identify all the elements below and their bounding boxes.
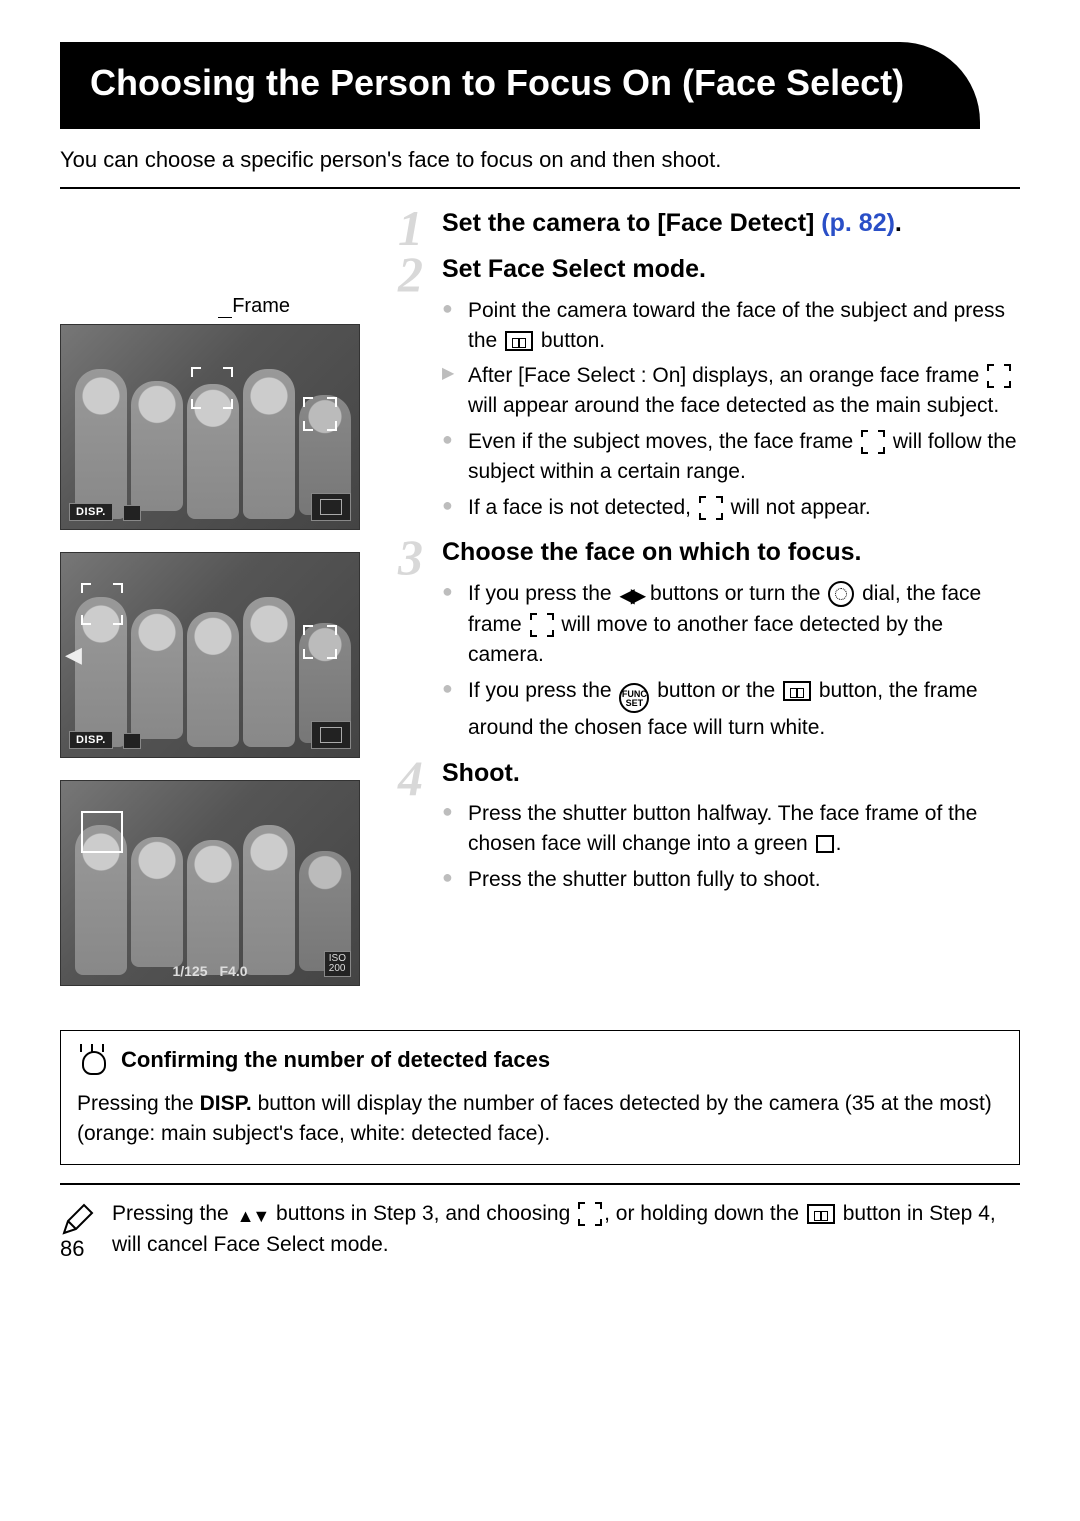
face-frame-icon [861, 430, 885, 454]
tip-bulb-icon [77, 1043, 107, 1077]
illustration-column: Frame DISP. ◀ DISP. [60, 207, 370, 1008]
face-frame-icon [987, 364, 1011, 388]
face-frame-icon [530, 613, 554, 637]
face-select-badge-icon [311, 493, 351, 521]
lcd-preview-2: ◀ DISP. [60, 552, 360, 758]
bullet-item: Even if the subject moves, the face fram… [442, 427, 1020, 487]
page-number: 86 [60, 1236, 84, 1262]
note-body: Pressing the ▲▼ buttons in Step 3, and c… [112, 1199, 1020, 1259]
lcd-preview-1: DISP. [60, 324, 360, 530]
mode-badge-icon [123, 505, 141, 521]
up-down-buttons-icon: ▲▼ [237, 1204, 269, 1230]
bullet-item: If you press the FUNC SET button or the … [442, 676, 1020, 743]
page-reference: (p. 82) [821, 209, 895, 237]
left-right-buttons-icon: ◀▶ [619, 582, 642, 610]
face-frame-icon [578, 1202, 602, 1226]
intro-text: You can choose a specific person's face … [60, 147, 1020, 173]
shutter-speed: 1/125 [172, 963, 207, 979]
face-frame-icon [699, 496, 723, 520]
step-number: 3 [398, 528, 423, 586]
func-set-button-icon: FUNC SET [619, 683, 649, 713]
step-title: Set the camera to [Face Detect] (p. 82). [442, 207, 1020, 240]
disp-badge: DISP. [69, 731, 113, 749]
step-4: 4 Shoot. Press the shutter button halfwa… [398, 757, 1020, 895]
frame-label: Frame [232, 295, 290, 318]
tip-body: Pressing the DISP. button will display t… [77, 1089, 1003, 1149]
face-select-button-icon [505, 331, 533, 351]
steps-column: 1 Set the camera to [Face Detect] (p. 82… [398, 207, 1020, 1008]
tip-title: Confirming the number of detected faces [121, 1047, 550, 1073]
aperture: F4.0 [220, 963, 248, 979]
step-title: Choose the face on which to focus. [442, 536, 1020, 569]
control-dial-icon [828, 581, 854, 607]
bullet-item: If you press the ◀▶ buttons or turn the … [442, 579, 1020, 670]
bullet-item: Press the shutter button fully to shoot. [442, 865, 1020, 895]
step-title: Shoot. [442, 757, 1020, 790]
left-arrow-icon: ◀ [65, 642, 82, 668]
focus-frame-icon [816, 835, 834, 853]
step-1: 1 Set the camera to [Face Detect] (p. 82… [398, 207, 1020, 240]
step-number: 4 [398, 749, 423, 807]
note-row: Pressing the ▲▼ buttons in Step 3, and c… [60, 1183, 1020, 1259]
bullet-item: If a face is not detected, will not appe… [442, 493, 1020, 523]
page-title-block: Choosing the Person to Focus On (Face Se… [60, 42, 980, 129]
face-select-button-icon [783, 681, 811, 701]
face-select-button-icon [807, 1204, 835, 1224]
step-title: Set Face Select mode. [442, 253, 1020, 286]
iso-badge: ISO200 [324, 951, 351, 977]
pencil-note-icon [60, 1203, 94, 1237]
face-select-badge-icon [311, 721, 351, 749]
bullet-item: After [Face Select : On] displays, an or… [442, 361, 1020, 421]
step-3: 3 Choose the face on which to focus. If … [398, 536, 1020, 742]
step-number: 2 [398, 245, 423, 303]
disp-text-icon: DISP. [200, 1092, 252, 1115]
mode-badge-icon [123, 733, 141, 749]
step-2: 2 Set Face Select mode. Point the camera… [398, 253, 1020, 522]
disp-badge: DISP. [69, 503, 113, 521]
tip-box: Confirming the number of detected faces … [60, 1030, 1020, 1166]
horizontal-rule [60, 187, 1020, 189]
lcd-preview-3: 1/125 F4.0 ISO200 [60, 780, 360, 986]
bullet-item: Press the shutter button halfway. The fa… [442, 799, 1020, 859]
bullet-item: Point the camera toward the face of the … [442, 296, 1020, 356]
page-title: Choosing the Person to Focus On (Face Se… [90, 60, 950, 107]
